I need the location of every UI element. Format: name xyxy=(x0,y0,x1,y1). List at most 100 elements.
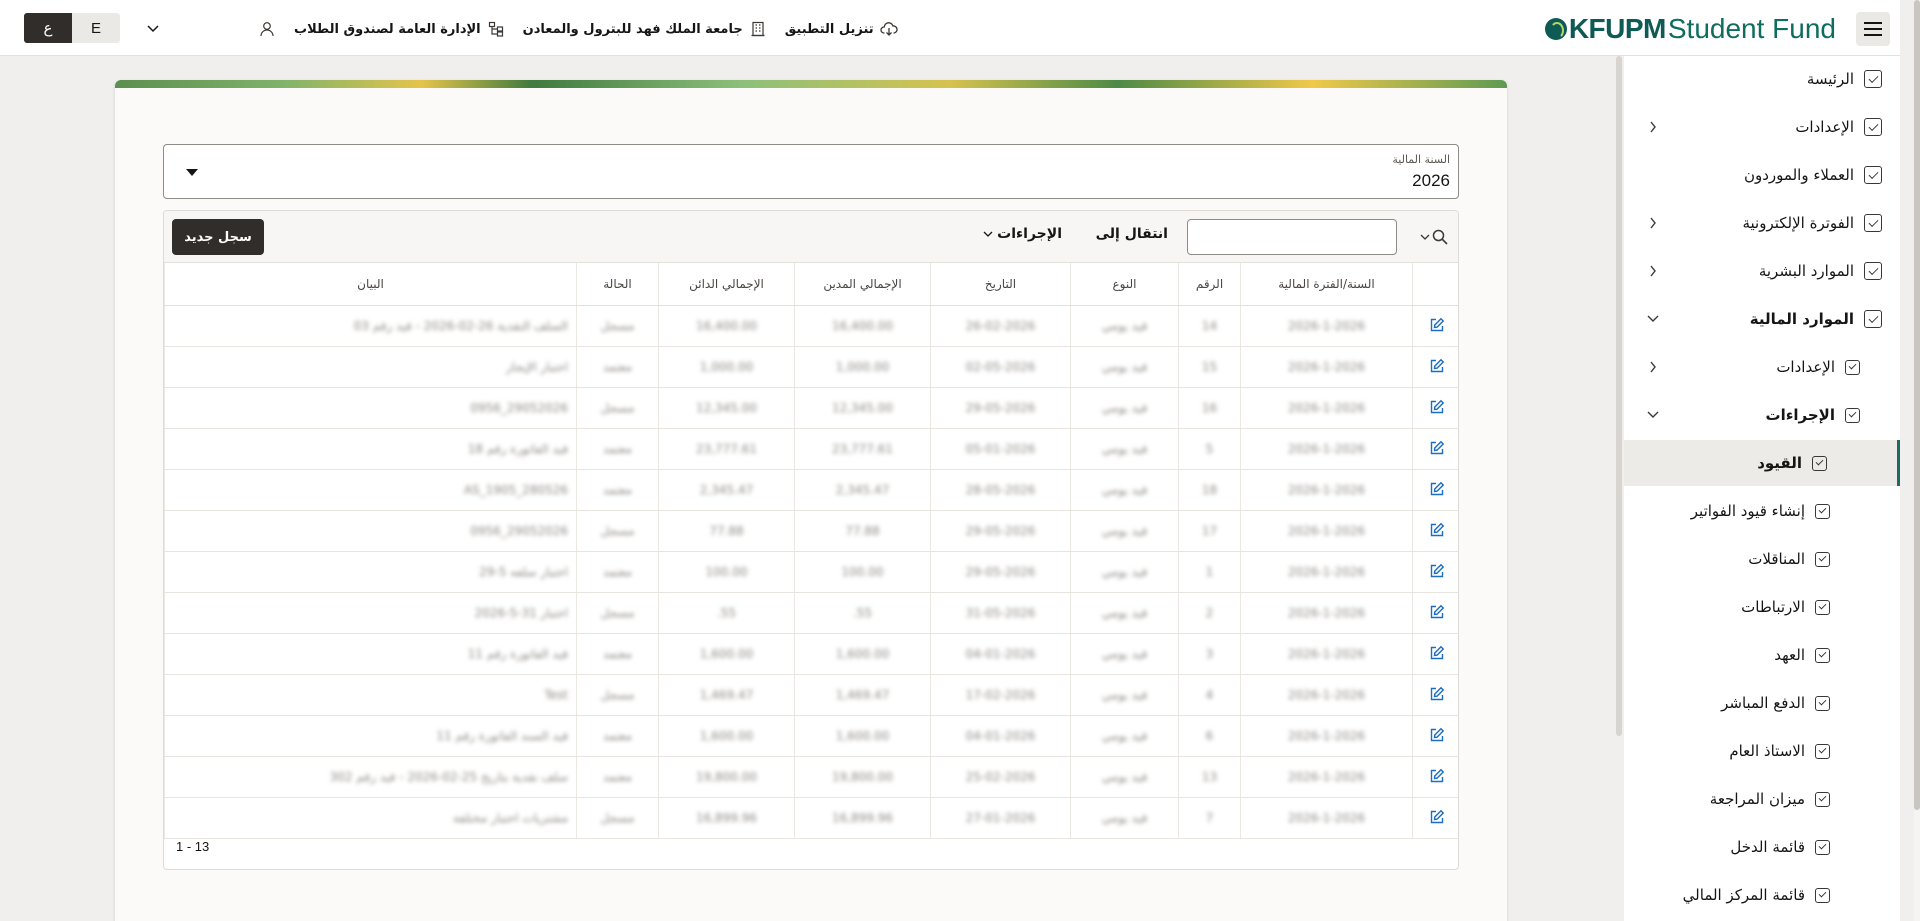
edit-icon[interactable] xyxy=(1428,316,1446,334)
row-edit-cell[interactable] xyxy=(1412,428,1458,470)
cell-fiscal-period: 2026-1-2026 xyxy=(1240,305,1413,347)
chevron-right-icon[interactable] xyxy=(1644,262,1662,280)
page-scrollbar[interactable] xyxy=(1914,0,1920,921)
column-header-total-credit[interactable]: الإجمالي الدائن xyxy=(658,263,795,306)
lang-english-button[interactable]: E xyxy=(72,13,120,43)
sidebar-item-13[interactable]: الدفع المباشر xyxy=(1624,680,1900,726)
table-row[interactable]: 2026-1-2026 16 قيد يومي 29-05-2026 12,345.00… xyxy=(164,387,1458,429)
sidebar-item-11[interactable]: الارتباطات xyxy=(1624,584,1900,630)
fiscal-year-select[interactable]: السنة المالية 2026 xyxy=(163,144,1459,199)
checkbox-page-icon xyxy=(1864,166,1882,184)
search-column-button[interactable] xyxy=(1416,221,1452,253)
edit-icon[interactable] xyxy=(1428,808,1446,826)
sidebar-item-label: القيود xyxy=(1757,454,1802,472)
table-row[interactable]: 2026-1-2026 13 قيد يومي 25-02-2026 19,800.00… xyxy=(164,756,1458,798)
department-link[interactable]: الإدارة العامة لصندوق الطلاب xyxy=(294,20,505,38)
row-edit-cell[interactable] xyxy=(1412,305,1458,347)
row-edit-cell[interactable] xyxy=(1412,633,1458,675)
cell-date: 17-02-2026 xyxy=(930,674,1071,716)
actions-menu-label: الإجراءات xyxy=(997,226,1062,242)
column-header-edit xyxy=(1412,263,1458,306)
column-header-fiscal-period[interactable]: السنة/الفترة المالية xyxy=(1240,263,1413,306)
goto-menu[interactable]: انتقال إلى xyxy=(1096,226,1168,242)
column-header-status[interactable]: الحالة xyxy=(576,263,659,306)
edit-icon[interactable] xyxy=(1428,439,1446,457)
table-row[interactable]: 2026-1-2026 15 قيد يومي 02-05-2026 1,000.00 1… xyxy=(164,346,1458,388)
sidebar-item-1[interactable]: الإعدادات xyxy=(1624,104,1900,150)
chevron-down-icon[interactable] xyxy=(1644,310,1662,328)
edit-icon[interactable] xyxy=(1428,357,1446,375)
university-link[interactable]: جامعة الملك فهد للبترول والمعادن xyxy=(523,20,767,38)
edit-icon[interactable] xyxy=(1428,603,1446,621)
page-scrollbar-thumb[interactable] xyxy=(1914,0,1920,810)
edit-icon[interactable] xyxy=(1428,767,1446,785)
column-header-number[interactable]: الرقم xyxy=(1178,263,1241,306)
table-row[interactable]: 2026-1-2026 17 قيد يومي 29-05-2026 77.88 77.8… xyxy=(164,510,1458,552)
download-app-link[interactable]: تنزيل التطبيق xyxy=(785,20,898,38)
table-row[interactable]: 2026-1-2026 7 قيد يومي 27-01-2026 16,899.96 1… xyxy=(164,797,1458,839)
grid-search-input[interactable] xyxy=(1187,219,1397,255)
sidebar-item-4[interactable]: الموارد البشرية xyxy=(1624,248,1900,294)
row-edit-cell[interactable] xyxy=(1412,715,1458,757)
column-header-type[interactable]: النوع xyxy=(1070,263,1179,306)
table-row[interactable]: 2026-1-2026 5 قيد يومي 05-01-2026 23,777.61 2… xyxy=(164,428,1458,470)
row-edit-cell[interactable] xyxy=(1412,756,1458,798)
user-profile-button[interactable] xyxy=(258,20,276,38)
row-edit-cell[interactable] xyxy=(1412,592,1458,634)
cell-description: اختبار الإيجار xyxy=(164,346,577,388)
row-edit-cell[interactable] xyxy=(1412,510,1458,552)
row-edit-cell[interactable] xyxy=(1412,387,1458,429)
edit-icon[interactable] xyxy=(1428,562,1446,580)
sidebar-item-7[interactable]: الإجراءات xyxy=(1624,392,1900,438)
row-edit-cell[interactable] xyxy=(1412,551,1458,593)
table-row[interactable]: 2026-1-2026 4 قيد يومي 17-02-2026 1,469.47 1,… xyxy=(164,674,1458,716)
edit-icon[interactable] xyxy=(1428,726,1446,744)
table-row[interactable]: 2026-1-2026 2 قيد يومي 31-05-2026 55. 55. مسجل… xyxy=(164,592,1458,634)
sidebar-item-10[interactable]: المناقلات xyxy=(1624,536,1900,582)
edit-icon[interactable] xyxy=(1428,480,1446,498)
table-row[interactable]: 2026-1-2026 14 قيد يومي 26-02-2026 16,400.00… xyxy=(164,305,1458,347)
actions-menu-button[interactable]: الإجراءات xyxy=(983,226,1062,242)
sidebar-item-2[interactable]: العملاء والموردون xyxy=(1624,152,1900,198)
sidebar-item-12[interactable]: العهد xyxy=(1624,632,1900,678)
chevron-down-icon[interactable] xyxy=(1644,406,1662,424)
column-header-total-debit[interactable]: الإجمالي المدين xyxy=(794,263,931,306)
content-scrollbar[interactable] xyxy=(1616,56,1622,736)
menu-toggle-button[interactable] xyxy=(1856,12,1890,46)
chevron-right-icon[interactable] xyxy=(1644,214,1662,232)
edit-icon[interactable] xyxy=(1428,398,1446,416)
row-edit-cell[interactable] xyxy=(1412,674,1458,716)
app-logo[interactable]: Student Fund KFUPM xyxy=(1544,12,1836,46)
edit-icon[interactable] xyxy=(1428,644,1446,662)
sidebar-item-16[interactable]: قائمة الدخل xyxy=(1624,824,1900,870)
edit-icon[interactable] xyxy=(1428,521,1446,539)
sidebar-item-5[interactable]: الموارد المالية xyxy=(1624,296,1900,342)
new-record-button[interactable]: سجل جديد xyxy=(172,219,264,255)
column-header-date[interactable]: التاريخ xyxy=(930,263,1071,306)
column-header-description[interactable]: البيان xyxy=(164,263,577,306)
row-edit-cell[interactable] xyxy=(1412,346,1458,388)
chevron-right-icon[interactable] xyxy=(1644,358,1662,376)
row-edit-cell[interactable] xyxy=(1412,797,1458,839)
row-edit-cell[interactable] xyxy=(1412,469,1458,511)
sidebar-item-6[interactable]: الإعدادات xyxy=(1624,344,1900,390)
sidebar-item-0[interactable]: الرئيسة xyxy=(1624,56,1900,102)
sidebar-item-8[interactable]: القيود xyxy=(1624,440,1900,486)
chevron-down-icon xyxy=(1420,234,1430,240)
cell-fiscal-period: 2026-1-2026 xyxy=(1240,592,1413,634)
table-row[interactable]: 2026-1-2026 3 قيد يومي 04-01-2026 1,600.00 1,… xyxy=(164,633,1458,675)
sidebar-item-3[interactable]: الفوترة الإلكترونية xyxy=(1624,200,1900,246)
lang-arabic-button[interactable]: ع xyxy=(24,13,72,43)
checkbox-page-icon xyxy=(1815,503,1830,519)
sidebar-item-15[interactable]: ميزان المراجعة xyxy=(1624,776,1900,822)
table-row[interactable]: 2026-1-2026 6 قيد يومي 04-01-2026 1,600.00 1,… xyxy=(164,715,1458,757)
cell-type: قيد يومي xyxy=(1070,797,1179,839)
user-menu-dropdown[interactable] xyxy=(140,16,166,42)
sidebar-item-14[interactable]: الاستاذ العام xyxy=(1624,728,1900,774)
sidebar-item-9[interactable]: إنشاء قيود الفواتير xyxy=(1624,488,1900,534)
table-row[interactable]: 2026-1-2026 1 قيد يومي 29-05-2026 100.00 100.… xyxy=(164,551,1458,593)
edit-icon[interactable] xyxy=(1428,685,1446,703)
chevron-right-icon[interactable] xyxy=(1644,118,1662,136)
table-row[interactable]: 2026-1-2026 18 قيد يومي 28-05-2026 2,345.47 2… xyxy=(164,469,1458,511)
sidebar-item-17[interactable]: قائمة المركز المالي xyxy=(1624,872,1900,918)
